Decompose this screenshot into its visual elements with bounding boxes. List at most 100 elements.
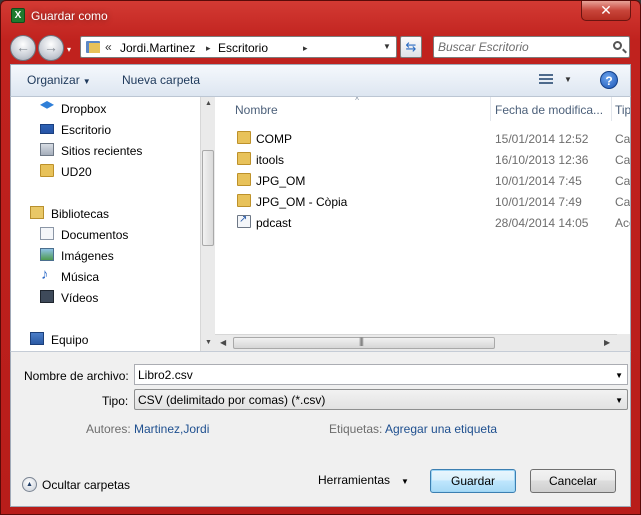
organize-label: Organizar <box>27 73 80 87</box>
breadcrumb-separator[interactable]: ▸ <box>206 43 211 54</box>
file-name: JPG_OM - Còpia <box>256 195 348 209</box>
file-date: 16/10/2013 12:36 <box>495 153 589 167</box>
back-button[interactable]: ← <box>10 35 36 61</box>
music-icon <box>40 266 54 283</box>
save-as-dialog: X Guardar como ✕ ← → ▾ « Jordi.Martinez … <box>0 0 641 515</box>
filename-field[interactable]: Libro2.csv ▼ <box>134 364 628 385</box>
column-header-type[interactable]: Tipo <box>615 103 630 117</box>
search-box[interactable] <box>433 36 630 58</box>
sidebar-item-libraries[interactable]: Bibliotecas <box>11 203 201 223</box>
sidebar-item-label: Escritorio <box>61 123 112 137</box>
address-dropdown[interactable]: ▼ <box>383 42 391 51</box>
sidebar-item-label: Vídeos <box>61 291 99 305</box>
sidebar-item-videos[interactable]: Vídeos <box>11 287 201 307</box>
scrollbar-corner <box>617 334 631 351</box>
file-type: Carpeta de archivos <box>615 174 631 188</box>
add-tag-link[interactable]: Agregar una etiqueta <box>385 422 497 436</box>
dropbox-icon <box>40 101 54 109</box>
recent-places-icon <box>40 143 54 156</box>
chevron-down-icon[interactable]: ▼ <box>615 371 623 380</box>
view-dropdown[interactable]: ▼ <box>564 75 572 84</box>
sidebar-item-label: UD20 <box>61 165 92 179</box>
scroll-down-icon[interactable]: ▼ <box>205 339 212 346</box>
file-type-select[interactable]: CSV (delimitado por comas) (*.csv) ▼ <box>134 389 628 410</box>
column-header-name[interactable]: Nombre <box>235 103 278 117</box>
tools-button[interactable]: Herramientas ▼ <box>318 473 409 487</box>
sidebar-item-documents[interactable]: Documentos <box>11 224 201 244</box>
file-date: 28/04/2014 14:05 <box>495 216 589 230</box>
forward-button[interactable]: → <box>38 35 64 61</box>
new-folder-button[interactable]: Nueva carpeta <box>122 73 200 87</box>
organize-button[interactable]: Organizar ▼ <box>27 73 91 87</box>
sidebar-item-desktop[interactable]: Escritorio <box>11 119 201 139</box>
folder-icon <box>237 173 251 186</box>
scrollbar-grip: ||| <box>359 336 364 346</box>
sidebar-item-ud20[interactable]: UD20 <box>11 161 201 181</box>
sidebar-item-music[interactable]: Música <box>11 266 201 286</box>
close-icon: ✕ <box>600 2 612 18</box>
scrollbar-thumb[interactable] <box>202 150 214 246</box>
column-header-date[interactable]: Fecha de modifica... <box>495 103 603 117</box>
file-date: 10/01/2014 7:49 <box>495 195 582 209</box>
sidebar-item-label: Bibliotecas <box>51 207 110 221</box>
libraries-icon <box>30 206 44 219</box>
sidebar-item-recent-places[interactable]: Sitios recientes <box>11 140 201 160</box>
cancel-button[interactable]: Cancelar <box>530 469 616 493</box>
file-row-pdcast[interactable]: pdcast 28/04/2014 14:05 Acceso directo <box>215 212 630 233</box>
file-date: 10/01/2014 7:45 <box>495 174 582 188</box>
search-input[interactable] <box>438 40 608 54</box>
sidebar-item-dropbox[interactable]: Dropbox <box>11 98 201 118</box>
command-toolbar: Organizar ▼ Nueva carpeta ▼ ? <box>10 64 631 97</box>
sort-ascending-icon: ˄ <box>355 97 360 103</box>
file-name: itools <box>256 153 285 167</box>
back-arrow-icon: ← <box>16 39 30 55</box>
file-name: COMP <box>256 132 292 146</box>
close-button[interactable]: ✕ <box>581 1 631 21</box>
recent-locations-dropdown[interactable]: ▾ <box>67 45 71 54</box>
file-row-comp[interactable]: COMP 15/01/2014 12:52 Carpeta de archivo… <box>215 128 630 149</box>
videos-icon <box>40 290 54 303</box>
sidebar-item-label: Imágenes <box>61 249 114 263</box>
sidebar-item-label: Documentos <box>61 228 129 242</box>
scrollbar-thumb[interactable]: ||| <box>233 336 495 349</box>
sidebar-item-label: Sitios recientes <box>61 144 143 158</box>
scroll-up-icon[interactable]: ▲ <box>205 100 212 107</box>
folder-icon <box>237 152 251 165</box>
sidebar-item-computer[interactable]: Equipo <box>11 329 201 349</box>
file-row-jpg-om[interactable]: JPG_OM 10/01/2014 7:45 Carpeta de archiv… <box>215 170 631 191</box>
chevron-down-icon[interactable]: ▼ <box>615 396 623 405</box>
authors-label: Autores: <box>86 422 131 436</box>
authors-link[interactable]: Martinez,Jordi <box>134 422 209 436</box>
search-icon[interactable] <box>613 41 622 50</box>
breadcrumb-separator[interactable]: ▸ <box>303 43 308 54</box>
refresh-button[interactable]: ⇆ <box>400 36 422 58</box>
address-bar[interactable]: « Jordi.Martinez ▸ Escritorio ▸ ▼ <box>80 36 397 58</box>
column-divider[interactable] <box>490 97 491 121</box>
file-name: pdcast <box>256 216 292 230</box>
scroll-right-icon[interactable]: ▶ <box>604 338 610 347</box>
help-icon[interactable]: ? <box>600 71 618 89</box>
collapse-up-icon: ▲ <box>22 477 37 492</box>
scroll-left-icon[interactable]: ◀ <box>220 338 226 347</box>
breadcrumb-desktop[interactable]: Escritorio <box>218 41 268 55</box>
save-button[interactable]: Guardar <box>430 469 516 493</box>
tools-label: Herramientas <box>318 473 391 487</box>
file-type: Carpeta de archivos <box>615 153 631 167</box>
file-type-value: CSV (delimitado por comas) (*.csv) <box>138 393 326 407</box>
tags-label: Etiquetas: <box>329 422 383 436</box>
file-type: Carpeta de archivos <box>615 195 631 209</box>
view-options-icon[interactable] <box>539 74 553 85</box>
column-divider[interactable] <box>611 97 612 121</box>
shortcut-icon <box>237 214 251 228</box>
sidebar-item-label: Equipo <box>51 333 89 347</box>
address-overflow[interactable]: « <box>105 40 112 54</box>
sidebar-scrollbar[interactable]: ▲ ▼ <box>200 97 215 351</box>
file-list-hscrollbar[interactable]: ◀ ||| ▶ <box>215 334 617 351</box>
file-row-itools[interactable]: itools 16/10/2013 12:36 Carpeta de archi… <box>215 149 631 170</box>
breadcrumb-user[interactable]: Jordi.Martinez <box>120 41 195 55</box>
sidebar-item-pictures[interactable]: Imágenes <box>11 245 201 265</box>
title-bar[interactable]: X Guardar como ✕ <box>1 1 640 31</box>
sidebar-item-label: Música <box>61 270 100 284</box>
file-type-label: Tipo: <box>102 394 129 408</box>
file-row-jpg-om-copia[interactable]: JPG_OM - Còpia 10/01/2014 7:49 Carpeta d… <box>215 191 631 212</box>
